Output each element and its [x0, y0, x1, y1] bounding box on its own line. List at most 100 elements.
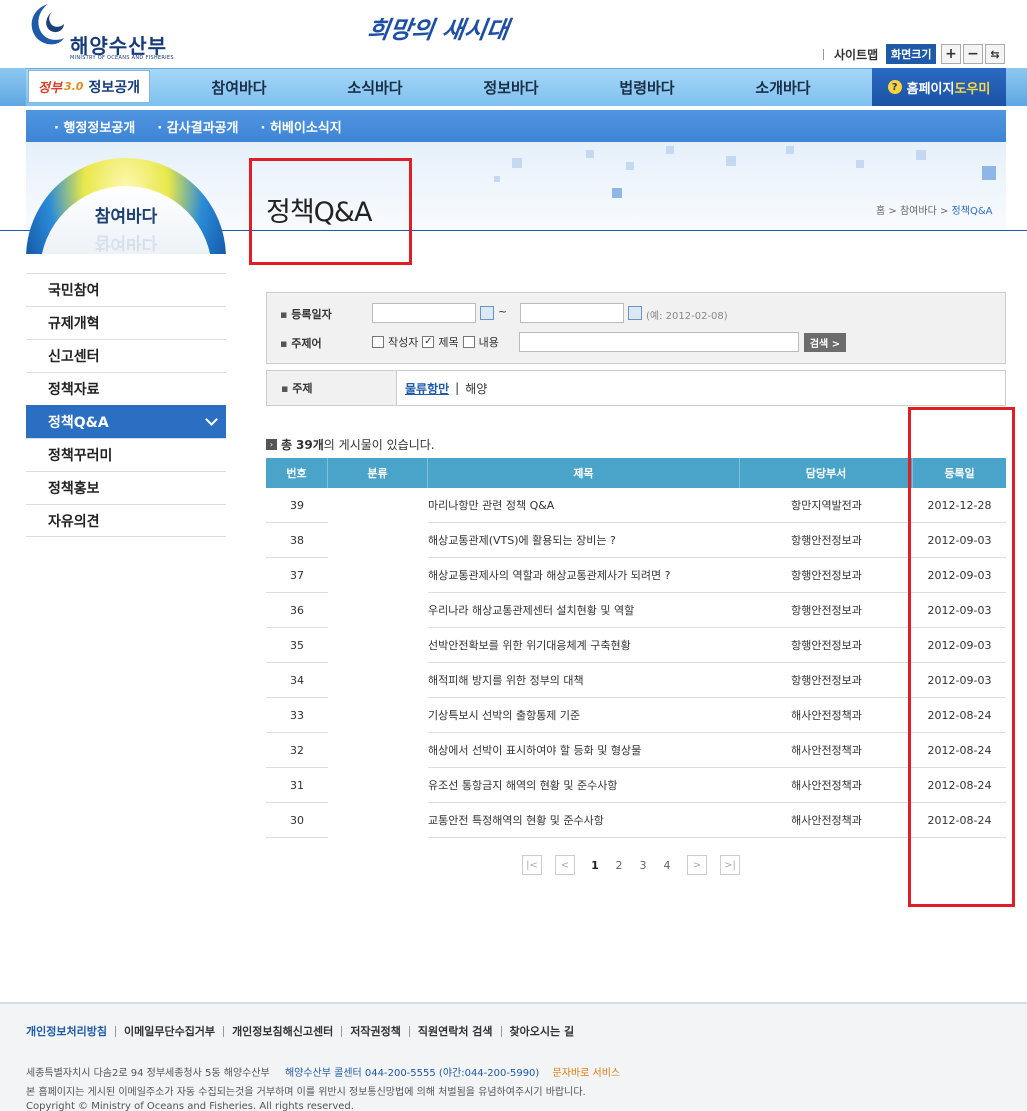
gnb-item-law[interactable]: 법령바다	[579, 68, 715, 106]
table-row: 35 선박안전확보를 위한 위기대응체계 구축현황 항행안전정보과 2012-09-0…	[266, 628, 1006, 663]
row-number: 34	[266, 663, 328, 698]
row-title-link[interactable]: 기상특보시 선박의 출항통제 기준	[428, 698, 740, 733]
footer-link-privacy-report[interactable]: 개인정보침해신고센터	[223, 1026, 341, 1037]
table-header: 번호 분류 제목 담당부서 등록일	[266, 458, 1006, 488]
sidebar-item-policy-data[interactable]: 정책자료	[26, 372, 226, 405]
row-title-link[interactable]: 해상교통관제(VTS)에 활용되는 장비는 ?	[428, 523, 740, 558]
helper-label-a: 홈페이지	[906, 81, 955, 97]
sidebar-item-report-center[interactable]: 신고센터	[26, 339, 226, 372]
gov30-info-link[interactable]: 정부 3.0 정보공개	[28, 70, 150, 103]
last-page-button[interactable]: >|	[720, 855, 740, 875]
footer-address-line: 세종특별자치시 다솜2로 94 정부세종청사 5동 해양수산부 해양수산부 콜센…	[26, 1064, 620, 1079]
breadcrumb-section[interactable]: 참여바다	[900, 206, 937, 217]
sidebar-item-label: 신고센터	[48, 349, 100, 365]
subnav-audit-result[interactable]: 감사결과공개	[157, 117, 239, 136]
keyword-input[interactable]	[519, 332, 799, 352]
row-category	[328, 593, 428, 628]
sidebar-item-free-opinion[interactable]: 자유의견	[26, 504, 226, 537]
row-department: 해사안전정책과	[740, 768, 913, 803]
row-title-link[interactable]: 유조선 통항금지 해역의 현황 및 준수사항	[428, 768, 740, 803]
homepage-helper-button[interactable]: ? 홈페이지 도우미	[872, 68, 1006, 106]
breadcrumb-current: 정책Q&A	[951, 206, 993, 217]
sidebar-item-policy-qa[interactable]: 정책Q&A	[26, 405, 226, 438]
zoom-out-button[interactable]: −	[963, 44, 983, 64]
date-example: (예: 2012-02-08)	[646, 311, 728, 322]
footer-link-staff-search[interactable]: 직원연락처 검색	[408, 1026, 501, 1037]
gov30-brand-c: 정보공개	[88, 79, 140, 96]
sidebar-item-regulation-reform[interactable]: 규제개혁	[26, 306, 226, 339]
arrow-box-icon: ›	[266, 439, 277, 450]
page-number-current[interactable]: 1	[583, 859, 607, 872]
breadcrumb-home[interactable]: 홈	[876, 206, 885, 217]
gnb-item-participation[interactable]: 참여바다	[171, 68, 307, 106]
helper-label-b: 도우미	[954, 81, 991, 97]
font-size-label: 화면크기	[886, 44, 937, 64]
author-option-label: 작성자	[388, 336, 419, 349]
row-title-link[interactable]: 우리나라 해상교통관제센터 설치현황 및 역할	[428, 593, 740, 628]
search-button[interactable]: 검색 >	[804, 333, 846, 352]
sidebar-item-policy-promo[interactable]: 정책홍보	[26, 471, 226, 504]
sidebar-title: 참여바다	[94, 207, 158, 227]
prev-page-button[interactable]: <	[555, 855, 575, 875]
sitemap-link[interactable]: 사이트맵	[823, 44, 878, 64]
start-date-input[interactable]	[372, 303, 476, 323]
post-list: 39 마리나항만 관련 정책 Q&A 항만지역발전과 2012-12-28 38 해상교…	[266, 488, 1006, 838]
zoom-reset-button[interactable]: ⇆	[985, 44, 1005, 64]
row-title-link[interactable]: 해상교통관제사의 역할과 해상교통관제사가 되려면 ?	[428, 558, 740, 593]
row-title-link[interactable]: 마리나항만 관련 정책 Q&A	[428, 488, 740, 523]
calendar-icon[interactable]	[480, 306, 494, 320]
decor-square	[494, 176, 500, 182]
decor-square	[612, 188, 622, 198]
row-title-link[interactable]: 교통안전 특정해역의 현황 및 준수사항	[428, 803, 740, 838]
page-number[interactable]: 3	[631, 859, 655, 872]
row-category	[328, 523, 428, 558]
table-row: 34 해적피해 방지를 위한 정부의 대책 항행안전정보과 2012-09-03	[266, 663, 1006, 698]
footer-link-directions[interactable]: 찾아오시는 길	[500, 1026, 583, 1037]
table-row: 36 우리나라 해상교통관제센터 설치현황 및 역할 항행안전정보과 2012-09-…	[266, 593, 1006, 628]
gnb-item-about[interactable]: 소개바다	[715, 68, 851, 106]
footer-link-privacy[interactable]: 개인정보처리방침	[26, 1026, 115, 1037]
zoom-in-button[interactable]: +	[941, 44, 961, 64]
row-department: 해사안전정책과	[740, 733, 913, 768]
sidebar-item-label: 국민참여	[48, 283, 100, 299]
footer-link-copyright[interactable]: 저작권정책	[341, 1026, 409, 1037]
title-checkbox[interactable]: ✓	[422, 336, 435, 348]
footer-link-email-refusal[interactable]: 이메일무단수집거부	[114, 1026, 223, 1037]
pagination: |< < 1 2 3 4 > >|	[522, 855, 740, 875]
footer-sms-service[interactable]: 문자바로 서비스	[553, 1068, 621, 1079]
ministry-logo[interactable]: 해양수산부 MINISTRY OF OCEANS AND FISHERIES	[26, 0, 176, 64]
header-number: 번호	[266, 458, 328, 488]
row-department: 항행안전정보과	[740, 523, 913, 558]
sub-navigation: 행정정보공개 감사결과공개 허베이소식지	[26, 110, 1006, 142]
footer-address: 세종특별자치시 다솜2로 94 정부세종청사 5동 해양수산부	[26, 1068, 270, 1079]
gov30-brand-b: 3.0	[63, 80, 84, 93]
subnav-hebei-news[interactable]: 허베이소식지	[260, 117, 342, 136]
sidebar-item-policy-package[interactable]: 정책꾸러미	[26, 438, 226, 471]
row-department: 해사안전정책과	[740, 698, 913, 733]
subject-ocean[interactable]: 해양	[465, 380, 487, 397]
first-page-button[interactable]: |<	[522, 855, 542, 875]
next-page-button[interactable]: >	[687, 855, 707, 875]
sidebar-menu: 국민참여 규제개혁 신고센터 정책자료 정책Q&A 정책꾸러미 정책홍보 자유의…	[26, 273, 226, 537]
calendar-icon[interactable]	[628, 306, 642, 320]
row-title-link[interactable]: 해상에서 선박이 표시하여야 할 등화 및 형상물	[428, 733, 740, 768]
gnb-item-info[interactable]: 정보바다	[443, 68, 579, 106]
content-option-label: 내용	[478, 336, 499, 349]
content-checkbox[interactable]	[462, 336, 475, 348]
sidebar-item-public-participation[interactable]: 국민참여	[26, 273, 226, 306]
row-title-link[interactable]: 선박안전확보를 위한 위기대응체계 구축현황	[428, 628, 740, 663]
row-title-link[interactable]: 해적피해 방지를 위한 정부의 대책	[428, 663, 740, 698]
decor-square	[586, 150, 594, 158]
table-row: 39 마리나항만 관련 정책 Q&A 항만지역발전과 2012-12-28	[266, 488, 1006, 523]
subnav-admin-info[interactable]: 행정정보공개	[54, 117, 135, 136]
end-date-input[interactable]	[520, 303, 624, 323]
sidebar-item-label: 정책자료	[48, 382, 100, 398]
sidebar-item-label: 정책Q&A	[48, 415, 109, 431]
page-number[interactable]: 2	[607, 859, 631, 872]
gnb-item-news[interactable]: 소식바다	[307, 68, 443, 106]
page-number[interactable]: 4	[655, 859, 679, 872]
author-checkbox[interactable]	[372, 336, 384, 348]
subject-logistics-port[interactable]: 물류항만	[405, 380, 449, 397]
table-row: 30 교통안전 특정해역의 현황 및 준수사항 해사안전정책과 2012-08-24	[266, 803, 1006, 838]
breadcrumb: 홈 > 참여바다 > 정책Q&A	[876, 202, 992, 217]
